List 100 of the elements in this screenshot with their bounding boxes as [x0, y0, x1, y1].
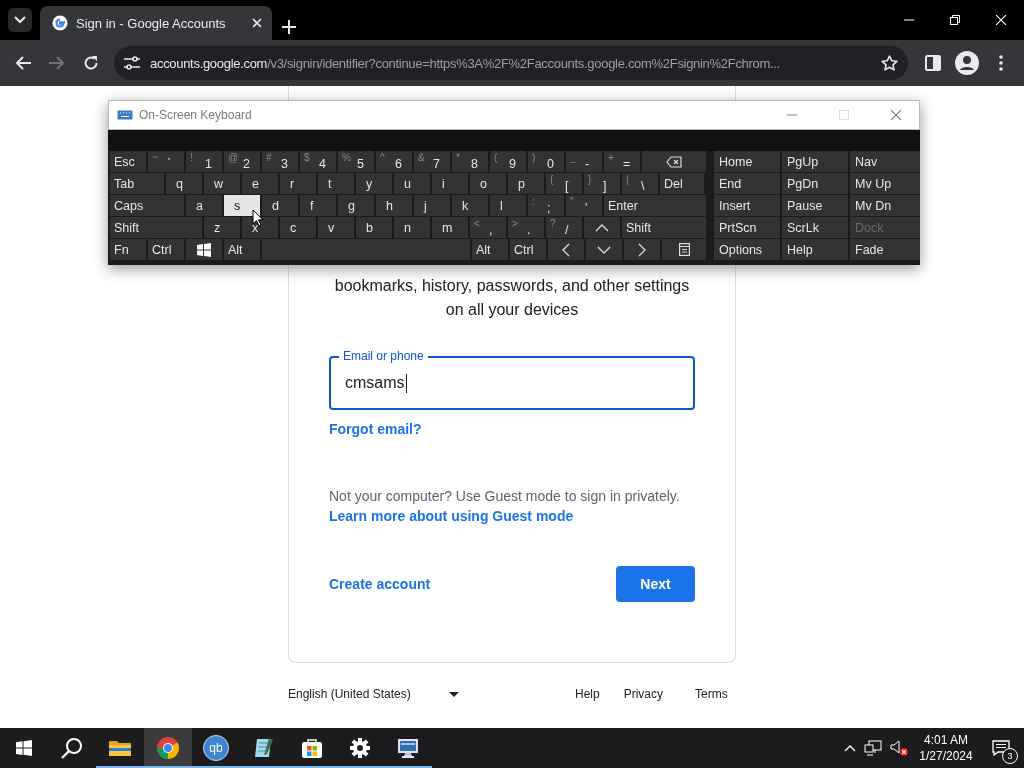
keyboard-key[interactable]: Mv Up: [850, 173, 920, 194]
search-icon[interactable]: [61, 737, 83, 759]
keyboard-key[interactable]: h: [376, 195, 412, 216]
keyboard-key[interactable]: Options: [714, 239, 780, 260]
keyboard-key[interactable]: g: [338, 195, 374, 216]
chevron-up-icon[interactable]: [844, 744, 856, 752]
keyboard-key[interactable]: _ -: [566, 151, 602, 172]
profile-icon[interactable]: [955, 51, 979, 75]
side-panel-icon[interactable]: [925, 55, 941, 71]
forgot-email-link[interactable]: Forgot email?: [329, 420, 422, 438]
keyboard-key[interactable]: v: [318, 217, 354, 238]
keyboard-key[interactable]: Alt: [224, 239, 260, 260]
keyboard-key[interactable]: Shift: [110, 217, 202, 238]
footer-link[interactable]: Help: [575, 687, 600, 701]
keyboard-key[interactable]: d: [262, 195, 298, 216]
reload-icon[interactable]: [83, 55, 99, 71]
keyboard-key[interactable]: p: [508, 173, 544, 194]
keyboard-key[interactable]: l: [490, 195, 526, 216]
keyboard-key[interactable]: o: [470, 173, 506, 194]
address-bar[interactable]: accounts.google.com/v3/signin/identifier?continue=https%3A%2F%2Faccounts.google.com%2Fsignin%2Fchrom...: [114, 46, 908, 80]
keyboard-key[interactable]: Alt: [472, 239, 508, 260]
keyboard-key[interactable]: e: [242, 173, 278, 194]
keyboard-key[interactable]: c: [280, 217, 316, 238]
back-arrow-icon[interactable]: [15, 56, 31, 70]
keyboard-key[interactable]: Mv Dn: [850, 195, 920, 216]
keyboard-key[interactable]: % 5: [338, 151, 374, 172]
keyboard-key[interactable]: Ctrl: [510, 239, 546, 260]
keyboard-key[interactable]: b: [356, 217, 392, 238]
keyboard-key[interactable]: Insert: [714, 195, 780, 216]
keyboard-key[interactable]: Help: [782, 239, 848, 260]
keyboard-key[interactable]: Caps: [110, 195, 184, 216]
star-icon[interactable]: [881, 55, 898, 71]
restore-icon[interactable]: [950, 15, 960, 25]
keyboard-key[interactable]: Pause: [782, 195, 848, 216]
tab-search-button[interactable]: [8, 8, 32, 32]
keyboard-key[interactable]: > .: [508, 217, 544, 238]
language-select[interactable]: English (United States): [288, 687, 468, 701]
keyboard-key[interactable]: End: [714, 173, 780, 194]
keyboard-key[interactable]: Enter: [604, 195, 706, 216]
create-account-link[interactable]: Create account: [329, 576, 431, 592]
keyboard-key[interactable]: : ;: [528, 195, 564, 216]
keyboard-key[interactable]: ( 9: [490, 151, 526, 172]
keyboard-key[interactable]: i: [432, 173, 468, 194]
notification-button[interactable]: 3: [984, 728, 1018, 768]
keyboard-key[interactable]: j: [414, 195, 450, 216]
keyboard-key[interactable]: m: [432, 217, 468, 238]
keyboard-key[interactable]: } ]: [584, 173, 620, 194]
keyboard-key[interactable]: z: [204, 217, 240, 238]
keyboard-key[interactable]: Home: [714, 151, 780, 172]
keyboard-key[interactable]: u: [394, 173, 430, 194]
keyboard-key[interactable]: + =: [604, 151, 640, 172]
keyboard-key[interactable]: n: [394, 217, 430, 238]
keyboard-key[interactable]: s: [224, 195, 260, 216]
keyboard-key[interactable]: ~ `: [148, 151, 184, 172]
keyboard-key[interactable]: a: [186, 195, 222, 216]
keyboard-key[interactable]: PrtScn: [714, 217, 780, 238]
keyboard-key[interactable]: y: [356, 173, 392, 194]
menu-dots-icon[interactable]: [999, 55, 1003, 71]
keyboard-key[interactable]: ! 1: [186, 151, 222, 172]
keyboard-key[interactable]: $ 4: [300, 151, 336, 172]
keyboard-key[interactable]: Tab: [110, 173, 164, 194]
keyboard-key[interactable]: Fade: [850, 239, 920, 260]
keyboard-key[interactable]: < ,: [470, 217, 506, 238]
keyboard-key[interactable]: t: [318, 173, 354, 194]
keyboard-key[interactable]: Nav: [850, 151, 920, 172]
clock[interactable]: 4:01 AM 1/27/2024: [916, 732, 976, 764]
keyboard-key[interactable]: k: [452, 195, 488, 216]
keyboard-key[interactable]: w: [204, 173, 240, 194]
keyboard-key[interactable]: PgUp: [782, 151, 848, 172]
keyboard-key[interactable]: Shift: [622, 217, 706, 238]
footer-link[interactable]: Terms: [695, 687, 728, 701]
keyboard-key[interactable]: ScrLk: [782, 217, 848, 238]
keyboard-key[interactable]: ? /: [546, 217, 582, 238]
keyboard-key[interactable]: ) 0: [528, 151, 564, 172]
keyboard-key[interactable]: Fn: [110, 239, 146, 260]
keyboard-key[interactable]: r: [280, 173, 316, 194]
plus-icon[interactable]: [282, 20, 296, 34]
keyboard-key[interactable]: [186, 239, 222, 260]
network-icon[interactable]: [864, 740, 882, 756]
taskbar-app[interactable]: [144, 728, 192, 768]
keyboard-key[interactable]: | \: [622, 173, 658, 194]
keyboard-key[interactable]: & 7: [414, 151, 450, 172]
keyboard-key[interactable]: Del: [660, 173, 704, 194]
keyboard-key[interactable]: { [: [546, 173, 582, 194]
keyboard-key[interactable]: PgDn: [782, 173, 848, 194]
keyboard-key[interactable]: * 8: [452, 151, 488, 172]
keyboard-key[interactable]: # 3: [262, 151, 298, 172]
guest-mode-link[interactable]: Learn more about using Guest mode: [329, 506, 574, 526]
windows-start-icon[interactable]: [16, 740, 32, 756]
next-button[interactable]: Next: [616, 566, 695, 602]
keyboard-key[interactable]: ^ 6: [376, 151, 412, 172]
keyboard-key[interactable]: Ctrl: [148, 239, 184, 260]
taskbar-app[interactable]: qb: [192, 728, 240, 768]
keyboard-key[interactable]: f: [300, 195, 336, 216]
tune-icon[interactable]: [124, 56, 140, 70]
keyboard-key[interactable]: q: [166, 173, 202, 194]
keyboard-key[interactable]: Esc: [110, 151, 146, 172]
keyboard-key[interactable]: @ 2: [224, 151, 260, 172]
footer-link[interactable]: Privacy: [623, 687, 664, 701]
browser-tab[interactable]: Sign in - Google Accounts: [40, 6, 272, 40]
